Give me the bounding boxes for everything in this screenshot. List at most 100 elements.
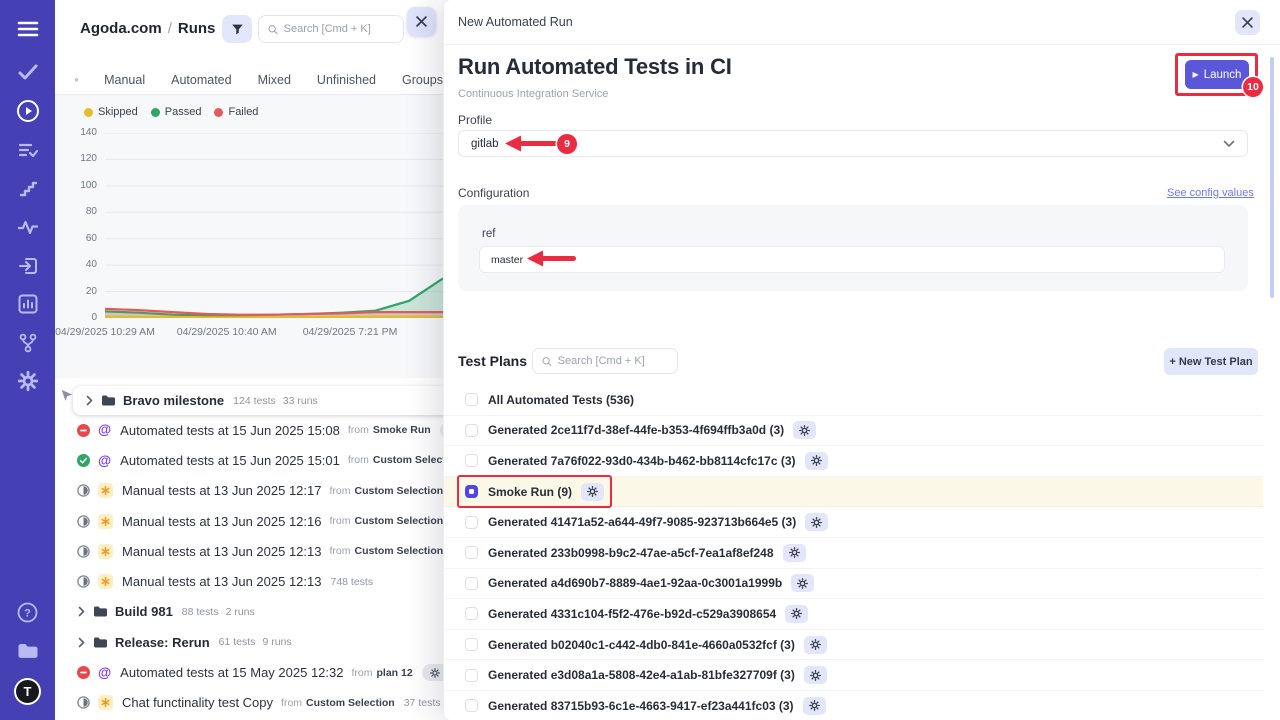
test-plan-row[interactable]: Generated 41471a52-a644-49f7-9085-923713… xyxy=(444,507,1263,538)
plan-settings-button[interactable] xyxy=(791,574,814,592)
see-config-values-link[interactable]: See config values xyxy=(1167,187,1254,199)
folder-row[interactable]: Release: Rerun61 tests9 runs xyxy=(55,627,443,657)
plan-settings-button[interactable] xyxy=(793,421,816,439)
plan-checkbox[interactable] xyxy=(465,393,478,406)
plan-checkbox[interactable] xyxy=(465,577,478,590)
plan-checkbox[interactable] xyxy=(465,454,478,467)
test-plan-row[interactable]: Smoke Run (9) xyxy=(444,477,1263,508)
manual-run-icon xyxy=(98,483,113,498)
failed-status-icon xyxy=(77,666,90,679)
plan-checkbox[interactable] xyxy=(465,638,478,651)
runs-search-input[interactable] xyxy=(284,23,394,35)
test-plan-row[interactable]: Generated 2ce11f7d-38ef-44fe-b353-4f694f… xyxy=(444,416,1263,447)
plan-settings-button[interactable] xyxy=(783,544,806,562)
drawer-close-button[interactable] xyxy=(1235,10,1260,35)
y-axis-tick: 0 xyxy=(61,312,97,323)
tab-mixed[interactable]: Mixed xyxy=(258,73,291,87)
run-source[interactable]: Custom Selection xyxy=(373,454,443,466)
tab-unfinished[interactable]: Unfinished xyxy=(317,73,376,87)
plan-label: Smoke Run (9) xyxy=(488,485,572,499)
plan-checkbox[interactable] xyxy=(465,699,478,712)
folder-title: Bravo milestone xyxy=(123,393,224,408)
settings-gear-icon[interactable] xyxy=(0,366,55,396)
run-title: Manual tests at 13 Jun 2025 12:17 xyxy=(122,483,321,498)
run-tests-count: 748 tests xyxy=(330,576,373,588)
steps-icon[interactable] xyxy=(0,174,55,204)
y-axis-tick: 100 xyxy=(61,180,97,191)
legend-failed[interactable]: Failed xyxy=(214,106,258,118)
plan-checkbox[interactable] xyxy=(465,546,478,559)
run-row[interactable]: Manual tests at 13 Jun 2025 12:13fromCus… xyxy=(55,536,443,566)
plan-settings-button[interactable] xyxy=(804,636,827,654)
run-source[interactable]: plan 12 xyxy=(376,667,412,679)
plan-label: Generated 233b0998-b9c2-47ae-a5cf-7ea1af… xyxy=(488,546,774,560)
test-plan-row[interactable]: Generated 4331c104-f5f2-476e-b92d-c529a3… xyxy=(444,599,1263,630)
branches-icon[interactable] xyxy=(0,328,55,358)
filter-button[interactable] xyxy=(222,15,252,43)
scrollbar-thumb[interactable] xyxy=(1270,57,1274,298)
legend-dot xyxy=(84,108,93,117)
launch-button[interactable]: ▶ Launch xyxy=(1185,60,1249,89)
manual-run-icon xyxy=(98,695,113,710)
account-logo[interactable]: T xyxy=(0,676,55,706)
chart-legend: Skipped Passed Failed xyxy=(84,106,258,118)
run-row[interactable]: Manual tests at 13 Jun 2025 12:17fromCus… xyxy=(55,476,443,506)
plan-settings-button[interactable] xyxy=(803,697,826,715)
test-plan-row[interactable]: Generated 233b0998-b9c2-47ae-a5cf-7ea1af… xyxy=(444,538,1263,569)
runs-play-icon[interactable] xyxy=(0,96,55,126)
plan-settings-button[interactable] xyxy=(805,513,828,531)
panel-close-button[interactable] xyxy=(407,7,436,36)
activity-pulse-icon[interactable] xyxy=(0,212,55,242)
test-plan-row[interactable]: Generated b02040c1-c442-4db0-841e-4660a0… xyxy=(444,630,1263,661)
divider xyxy=(444,44,1280,45)
test-plan-row[interactable]: Generated 83715b93-6c1e-4663-9417-ef23a4… xyxy=(444,691,1263,720)
run-source[interactable]: Smoke Run xyxy=(373,424,431,436)
plan-checkbox[interactable] xyxy=(465,669,478,682)
test-plan-row[interactable]: Generated a4d690b7-8889-4ae1-92aa-0c3001… xyxy=(444,569,1263,600)
test-plans-search[interactable] xyxy=(532,348,678,374)
run-source[interactable]: Custom Selection xyxy=(306,697,395,709)
folder-row[interactable]: Build 98188 tests2 runs xyxy=(55,597,443,627)
plan-checkbox[interactable] xyxy=(465,485,478,498)
annotation-step-10: 10 xyxy=(1243,77,1263,97)
plan-settings-button[interactable] xyxy=(785,605,808,623)
run-source[interactable]: Custom Selection xyxy=(354,515,443,527)
run-row[interactable]: @Automated tests at 15 Jun 2025 15:08fro… xyxy=(55,415,443,445)
tab-manual[interactable]: Manual xyxy=(104,73,145,87)
plan-settings-button[interactable] xyxy=(805,452,828,470)
menu-icon[interactable] xyxy=(0,14,55,44)
new-test-plan-button[interactable]: + New Test Plan xyxy=(1164,348,1258,375)
run-tag-badge[interactable]: test xyxy=(422,664,443,681)
plan-settings-button[interactable] xyxy=(804,666,827,684)
test-plans-search-input[interactable] xyxy=(558,355,668,367)
plan-checkbox[interactable] xyxy=(465,424,478,437)
runs-search[interactable] xyxy=(258,15,404,43)
tab-automated[interactable]: Automated xyxy=(171,73,231,87)
run-row[interactable]: Manual tests at 13 Jun 2025 12:16fromCus… xyxy=(55,506,443,536)
test-plan-row[interactable]: All Automated Tests (536) xyxy=(444,385,1263,416)
run-row[interactable]: @Automated tests at 15 May 2025 12:32fro… xyxy=(55,657,443,687)
test-plan-row[interactable]: Generated e3d08a1a-5808-42e4-a1ab-81bfe3… xyxy=(444,660,1263,691)
help-icon[interactable]: ? xyxy=(0,597,55,627)
breadcrumb-project[interactable]: Agoda.com xyxy=(80,20,162,37)
legend-skipped[interactable]: Skipped xyxy=(84,106,138,118)
plan-settings-button[interactable] xyxy=(581,483,604,501)
run-row[interactable]: @Automated tests at 15 Jun 2025 15:01fro… xyxy=(55,445,443,475)
test-plan-row[interactable]: Generated 7a76f022-93d0-434b-b462-bb8114… xyxy=(444,446,1263,477)
plan-checkbox[interactable] xyxy=(465,516,478,529)
run-source[interactable]: Custom Selection xyxy=(354,485,443,497)
run-source[interactable]: Custom Selection xyxy=(354,545,443,557)
ref-input[interactable] xyxy=(479,246,1225,273)
analytics-icon[interactable] xyxy=(0,289,55,319)
tests-check-icon[interactable] xyxy=(0,57,55,87)
run-row[interactable]: Manual tests at 13 Jun 2025 12:13748 tes… xyxy=(55,566,443,596)
tab-groups[interactable]: Groups xyxy=(402,73,443,87)
checklist-icon[interactable] xyxy=(75,72,78,88)
folder-row[interactable]: Bravo milestone124 tests33 runs xyxy=(73,386,443,415)
legend-passed[interactable]: Passed xyxy=(151,106,202,118)
plan-checkbox[interactable] xyxy=(465,607,478,620)
run-row[interactable]: Chat functinality test CopyfromCustom Se… xyxy=(55,688,443,718)
projects-folder-icon[interactable] xyxy=(0,636,55,666)
import-run-icon[interactable] xyxy=(0,251,55,281)
test-plans-icon[interactable] xyxy=(0,135,55,165)
